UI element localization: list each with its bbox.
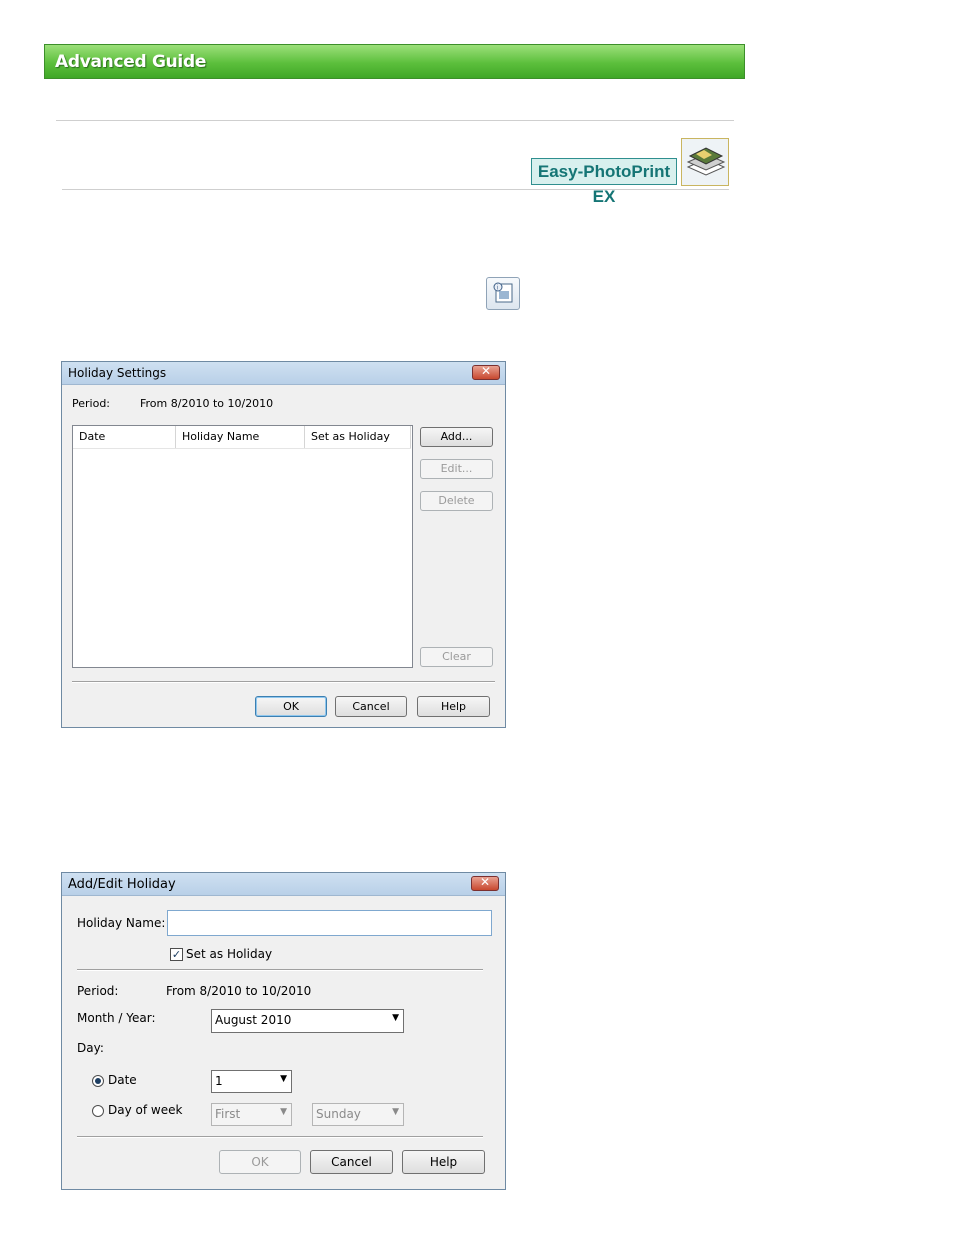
set-as-holiday-checkbox[interactable]: ✓ [170, 948, 183, 961]
day-label: Day: [77, 1041, 104, 1055]
chevron-down-icon: ▼ [392, 1107, 399, 1117]
help-button[interactable]: Help [417, 696, 490, 717]
date-radio-label: Date [108, 1073, 137, 1087]
week-select[interactable]: First ▼ [211, 1103, 292, 1126]
set-as-holiday-label: Set as Holiday [186, 947, 273, 961]
add-button[interactable]: Add... [420, 427, 493, 447]
photo-stack-icon [681, 138, 729, 186]
date-radio[interactable] [92, 1075, 104, 1087]
dialog-titlebar: Holiday Settings ✕ [62, 362, 505, 385]
close-icon[interactable]: ✕ [471, 875, 499, 891]
dialog-titlebar: Add/Edit Holiday ✕ [62, 873, 505, 896]
column-header-set-as-holiday[interactable]: Set as Holiday [305, 426, 411, 448]
header-separator [73, 448, 411, 449]
dialog-separator-bottom [77, 1136, 483, 1138]
edit-button[interactable]: Edit... [420, 459, 493, 479]
holiday-name-label: Holiday Name: [77, 916, 166, 930]
chevron-down-icon: ▼ [280, 1074, 287, 1084]
month-year-select[interactable]: August 2010 ▼ [211, 1009, 404, 1033]
period-value: From 8/2010 to 10/2010 [166, 984, 312, 998]
holiday-list[interactable]: Date Holiday Name Set as Holiday [72, 425, 413, 668]
day-of-week-radio-label: Day of week [108, 1103, 183, 1117]
advanced-guide-banner: Advanced Guide [44, 44, 745, 79]
chevron-down-icon: ▼ [280, 1107, 287, 1117]
dialog-separator-top [77, 969, 483, 971]
day-of-week-radio[interactable] [92, 1105, 104, 1117]
cancel-button[interactable]: Cancel [335, 696, 407, 717]
column-header-date[interactable]: Date [73, 426, 176, 448]
period-label: Period: [77, 984, 119, 998]
dialog-separator [72, 681, 495, 683]
holiday-name-input[interactable] [167, 910, 492, 936]
cancel-button[interactable]: Cancel [310, 1150, 393, 1174]
header-divider-bottom [62, 189, 729, 190]
period-label: Period: [72, 397, 111, 410]
week-value: First [215, 1107, 241, 1121]
clear-button[interactable]: Clear [420, 647, 493, 667]
month-year-label: Month / Year: [77, 1011, 156, 1025]
holiday-settings-icon[interactable]: i [486, 277, 520, 310]
dialog-title: Holiday Settings [68, 366, 167, 380]
help-button[interactable]: Help [402, 1150, 485, 1174]
month-year-value: August 2010 [215, 1013, 292, 1027]
header-divider-top [56, 120, 734, 121]
weekday-select[interactable]: Sunday ▼ [312, 1103, 404, 1126]
period-value: From 8/2010 to 10/2010 [140, 397, 274, 410]
banner-title: Advanced Guide [55, 52, 207, 72]
product-badge: Easy-PhotoPrint EX [531, 158, 677, 206]
ok-button[interactable]: OK [255, 696, 327, 717]
add-edit-holiday-dialog: Add/Edit Holiday ✕ Holiday Name: ✓ Set a… [61, 872, 506, 1190]
dialog-title: Add/Edit Holiday [68, 877, 176, 892]
date-value: 1 [215, 1074, 223, 1088]
delete-button[interactable]: Delete [420, 491, 493, 511]
weekday-value: Sunday [316, 1107, 361, 1121]
holiday-settings-dialog: Holiday Settings ✕ Period: From 8/2010 t… [61, 361, 506, 728]
column-header-holiday-name[interactable]: Holiday Name [176, 426, 305, 448]
ok-button[interactable]: OK [219, 1150, 301, 1174]
close-icon[interactable]: ✕ [472, 364, 500, 380]
chevron-down-icon: ▼ [392, 1013, 399, 1023]
date-select[interactable]: 1 ▼ [211, 1070, 292, 1093]
